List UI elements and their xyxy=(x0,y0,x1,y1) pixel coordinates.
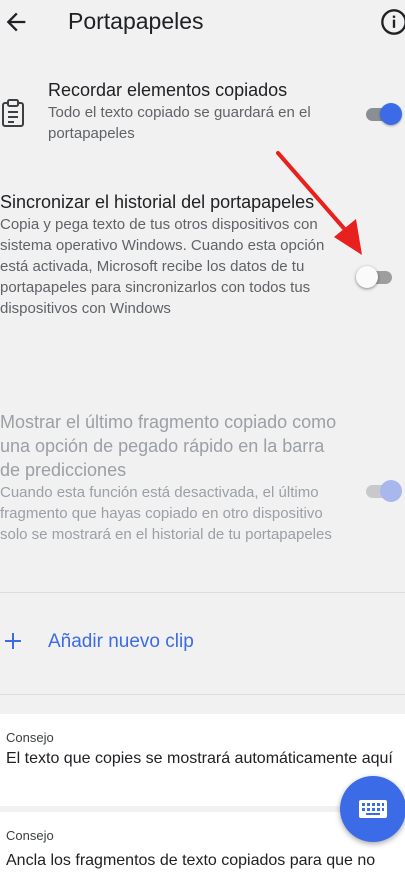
tip-text: El texto que copies se mostrará automáti… xyxy=(6,750,393,767)
setting-description: Todo el texto copiado se guardará en el … xyxy=(48,104,311,142)
setting-remember-copied: Recordar elementos copiados Todo el text… xyxy=(48,78,348,144)
show-last-clip-toggle[interactable] xyxy=(366,480,402,502)
tip-label: Consejo xyxy=(6,828,54,843)
clipboard-icon xyxy=(2,99,24,127)
setting-description: Cuando esta función está desactivada, el… xyxy=(0,484,332,543)
keyboard-icon xyxy=(359,800,387,818)
divider xyxy=(0,592,405,593)
back-arrow-icon[interactable] xyxy=(2,8,30,36)
page-title: Portapapeles xyxy=(68,8,204,34)
setting-show-last-clip: Mostrar el último fragmento copiado como… xyxy=(0,410,345,545)
red-arrow-annotation xyxy=(276,151,362,255)
tip-label: Consejo xyxy=(6,730,54,745)
plus-icon xyxy=(5,633,21,649)
add-new-clip-button[interactable]: Añadir nuevo clip xyxy=(0,620,405,668)
info-icon[interactable] xyxy=(380,8,405,36)
divider xyxy=(0,694,405,695)
sync-clipboard-toggle[interactable] xyxy=(356,266,392,288)
toggle-thumb xyxy=(356,266,378,288)
setting-title: Recordar elementos copiados xyxy=(48,80,288,100)
keyboard-fab-button[interactable] xyxy=(340,776,405,842)
app-bar: Portapapeles xyxy=(0,0,405,46)
setting-title: Mostrar el último fragmento copiado como… xyxy=(0,412,337,480)
tip-text: Ancla los fragmentos de texto copiados p… xyxy=(6,852,376,869)
toggle-thumb xyxy=(380,480,402,502)
add-new-clip-label: Añadir nuevo clip xyxy=(48,631,194,652)
toggle-thumb xyxy=(380,103,402,125)
remember-copied-toggle[interactable] xyxy=(366,103,402,125)
